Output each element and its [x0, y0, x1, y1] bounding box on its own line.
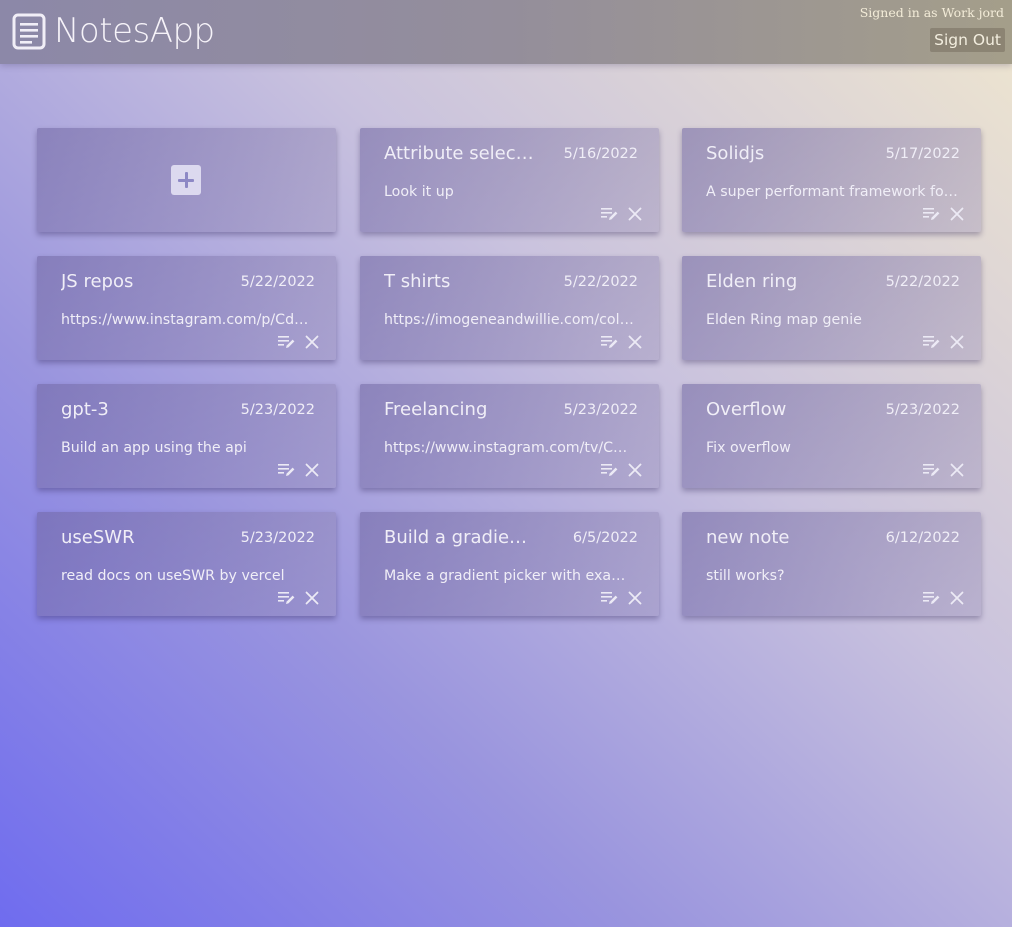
delete-note-icon[interactable]	[305, 590, 319, 605]
note-date: 5/23/2022	[885, 402, 960, 418]
note-date: 5/23/2022	[240, 530, 315, 546]
delete-note-icon[interactable]	[628, 206, 642, 221]
note-body: Fix overflow	[706, 440, 791, 456]
edit-note-icon[interactable]	[601, 206, 619, 220]
add-note-card[interactable]	[37, 128, 336, 232]
note-body: Look it up	[384, 184, 454, 200]
note-card[interactable]: new note 6/12/2022 still works?	[682, 512, 981, 616]
note-title: Elden ring	[706, 271, 798, 292]
note-date: 5/22/2022	[563, 274, 638, 290]
delete-note-icon[interactable]	[950, 462, 964, 477]
delete-note-icon[interactable]	[628, 590, 642, 605]
plus-icon[interactable]	[171, 165, 201, 195]
note-card[interactable]: Build a gradient picker 6/5/2022 Make a gr…	[360, 512, 659, 616]
note-title: Attribute selectors	[384, 143, 534, 164]
note-body: https://imogeneandwillie.com/collections	[384, 312, 636, 328]
edit-note-icon[interactable]	[923, 462, 941, 476]
signed-in-status: Signed in as Work jord	[859, 5, 1004, 20]
note-card[interactable]: Attribute selectors 5/16/2022 Look it up	[360, 128, 659, 232]
edit-note-icon[interactable]	[601, 334, 619, 348]
note-card[interactable]: T shirts 5/22/2022 https://imogeneandwilli…	[360, 256, 659, 360]
note-body: Build an app using the api	[61, 440, 247, 456]
note-title: Build a gradient picker	[384, 527, 534, 548]
note-card[interactable]: gpt-3 5/23/2022 Build an app using the api	[37, 384, 336, 488]
note-title: Solidjs	[706, 143, 765, 164]
note-body: Elden Ring map genie	[706, 312, 862, 328]
note-date: 6/5/2022	[572, 530, 638, 546]
edit-note-icon[interactable]	[923, 206, 941, 220]
delete-note-icon[interactable]	[628, 334, 642, 349]
note-body: https://www.instagram.com/p/CdVx1	[61, 312, 313, 328]
edit-note-icon[interactable]	[601, 462, 619, 476]
note-card[interactable]: useSWR 5/23/2022 read docs on useSWR by ve…	[37, 512, 336, 616]
notes-logo-icon	[12, 13, 46, 50]
note-title: Overflow	[706, 399, 787, 420]
note-date: 6/12/2022	[885, 530, 960, 546]
note-card[interactable]: Overflow 5/23/2022 Fix overflow	[682, 384, 981, 488]
note-card[interactable]: Freelancing 5/23/2022 https://www.instagra…	[360, 384, 659, 488]
app-title: NotesApp	[54, 11, 215, 51]
note-date: 5/22/2022	[885, 274, 960, 290]
edit-note-icon[interactable]	[278, 590, 296, 604]
note-date: 5/16/2022	[563, 146, 638, 162]
delete-note-icon[interactable]	[305, 462, 319, 477]
delete-note-icon[interactable]	[950, 334, 964, 349]
note-body: https://www.instagram.com/tv/CdXk2	[384, 440, 636, 456]
note-title: Freelancing	[384, 399, 488, 420]
delete-note-icon[interactable]	[305, 334, 319, 349]
note-title: new note	[706, 527, 790, 548]
delete-note-icon[interactable]	[628, 462, 642, 477]
edit-note-icon[interactable]	[923, 590, 941, 604]
note-title: gpt-3	[61, 399, 109, 420]
note-body: A super performant framework for the web	[706, 184, 958, 200]
note-title: T shirts	[384, 271, 451, 292]
sign-out-button[interactable]: Sign Out	[930, 28, 1005, 52]
note-date: 5/17/2022	[885, 146, 960, 162]
note-card[interactable]: Elden ring 5/22/2022 Elden Ring map genie	[682, 256, 981, 360]
edit-note-icon[interactable]	[278, 334, 296, 348]
note-title: useSWR	[61, 527, 135, 548]
delete-note-icon[interactable]	[950, 206, 964, 221]
note-date: 5/22/2022	[240, 274, 315, 290]
note-title: JS repos	[61, 271, 134, 292]
app-header: NotesApp Signed in as Work jord Sign Out	[0, 0, 1012, 64]
edit-note-icon[interactable]	[923, 334, 941, 348]
note-card[interactable]: JS repos 5/22/2022 https://www.instagram.c…	[37, 256, 336, 360]
note-body: still works?	[706, 568, 785, 584]
edit-note-icon[interactable]	[601, 590, 619, 604]
edit-note-icon[interactable]	[278, 462, 296, 476]
note-date: 5/23/2022	[240, 402, 315, 418]
delete-note-icon[interactable]	[950, 590, 964, 605]
note-body: read docs on useSWR by vercel	[61, 568, 285, 584]
note-card[interactable]: Solidjs 5/17/2022 A super performant frame…	[682, 128, 981, 232]
note-body: Make a gradient picker with examples	[384, 568, 636, 584]
note-date: 5/23/2022	[563, 402, 638, 418]
